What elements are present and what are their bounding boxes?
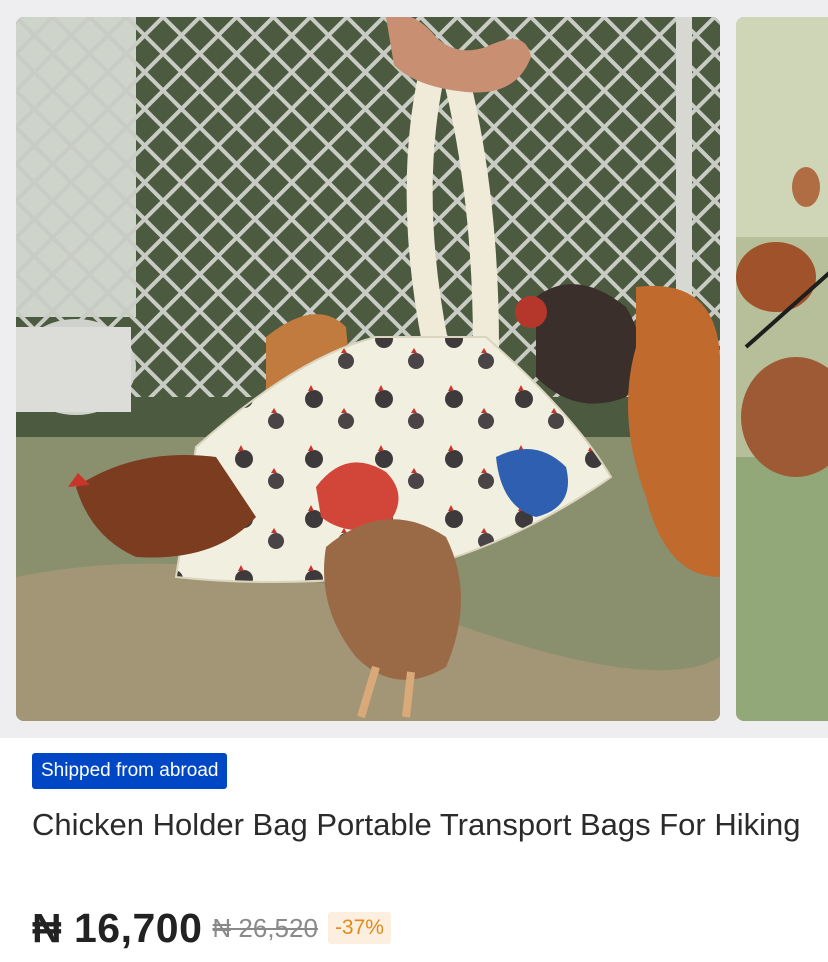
product-photo-next (736, 17, 828, 721)
discount-badge: -37% (327, 912, 391, 944)
price-row: ₦ 16,700 ₦ 26,520 -37% (32, 905, 391, 951)
original-price: ₦ 26,520 (212, 912, 318, 943)
product-image-next[interactable] (736, 17, 828, 721)
image-gallery[interactable] (0, 0, 828, 738)
product-info: Shipped from abroad Chicken Holder Bag P… (0, 738, 828, 962)
product-photo (16, 17, 720, 721)
product-title: Chicken Holder Bag Portable Transport Ba… (32, 807, 801, 842)
current-price: ₦ 16,700 (32, 904, 203, 951)
shipped-from-abroad-badge: Shipped from abroad (32, 753, 228, 789)
product-image-main[interactable] (16, 17, 720, 721)
